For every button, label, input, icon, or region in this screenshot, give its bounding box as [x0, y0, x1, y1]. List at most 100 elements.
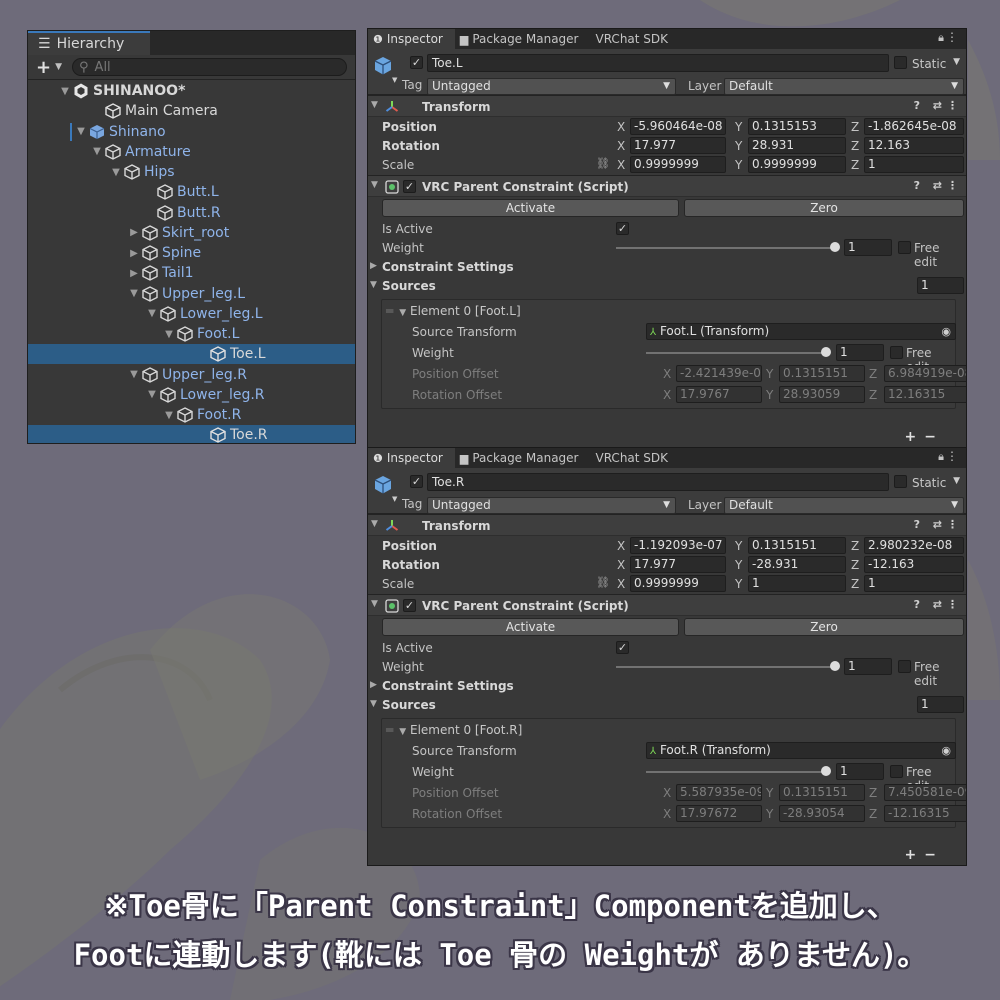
hierarchy-item-upper-leg-r[interactable]: ▼ Upper_leg.R: [28, 365, 355, 385]
transform-component-header[interactable]: ▼ Transform ? ⇄ ⋮: [368, 514, 966, 536]
zero-button[interactable]: Zero: [684, 199, 964, 217]
static-checkbox[interactable]: [894, 56, 907, 69]
position-offset-x-field[interactable]: 5.587935e-09: [676, 784, 762, 801]
preset-icon[interactable]: ⇄: [933, 99, 942, 112]
fold-down-icon[interactable]: ▼: [371, 180, 378, 190]
static-dropdown-caret[interactable]: ▼: [953, 476, 960, 486]
vrc-parent-constraint-header[interactable]: ▼ ✓ VRC Parent Constraint (Script) ? ⇄ ⋮: [368, 175, 966, 197]
hierarchy-item-spine[interactable]: ▶ Spine: [28, 243, 355, 263]
help-icon[interactable]: ?: [914, 518, 920, 531]
help-icon[interactable]: ?: [914, 179, 920, 192]
position-offset-y-field[interactable]: 0.1315151: [779, 365, 865, 382]
fold-down-icon[interactable]: ▼: [399, 727, 406, 737]
hierarchy-item-scene-root-shinanoo[interactable]: ▼ SHINANOO*: [28, 81, 355, 101]
expand-down-icon[interactable]: ▼: [145, 308, 159, 319]
rotation-offset-y-field[interactable]: 28.93059: [779, 386, 865, 403]
more-options-icon[interactable]: ⋮: [947, 518, 958, 531]
rotation-y-field[interactable]: -28.931: [748, 556, 846, 573]
expand-right-icon[interactable]: ▶: [127, 268, 141, 279]
rotation-y-field[interactable]: 28.931: [748, 137, 846, 154]
more-options-icon[interactable]: ⋮: [947, 99, 958, 112]
constrain-proportions-link-icon[interactable]: ⛓: [596, 157, 610, 170]
constraint-settings-foldout[interactable]: ▶ Constraint Settings: [368, 676, 966, 695]
component-enabled-checkbox[interactable]: ✓: [403, 180, 416, 193]
scale-y-field[interactable]: 0.9999999: [748, 156, 846, 173]
expand-down-icon[interactable]: ▼: [162, 410, 176, 421]
expand-down-icon[interactable]: ▼: [109, 167, 123, 178]
hierarchy-item-foot-r[interactable]: ▼ Foot.R: [28, 405, 355, 425]
scale-x-field[interactable]: 0.9999999: [630, 575, 726, 592]
expand-down-icon[interactable]: ▼: [74, 126, 88, 137]
constraint-settings-foldout[interactable]: ▶ Constraint Settings: [368, 257, 966, 276]
rotation-offset-z-field[interactable]: 12.16315: [884, 386, 966, 403]
hierarchy-item-butt-r[interactable]: Butt.R: [28, 203, 355, 223]
preset-icon[interactable]: ⇄: [933, 518, 942, 531]
zero-button[interactable]: Zero: [684, 618, 964, 636]
object-picker-icon[interactable]: ◉: [941, 324, 951, 339]
active-checkbox[interactable]: ✓: [410, 56, 423, 69]
rotation-z-field[interactable]: 12.163: [864, 137, 964, 154]
expand-down-icon[interactable]: ▼: [127, 369, 141, 380]
hierarchy-item-armature[interactable]: ▼ Armature: [28, 142, 355, 162]
transform-component-header[interactable]: ▼ Transform ? ⇄ ⋮: [368, 95, 966, 117]
expand-right-icon[interactable]: ▶: [370, 680, 377, 690]
active-checkbox[interactable]: ✓: [410, 475, 423, 488]
object-picker-icon[interactable]: ◉: [941, 743, 951, 758]
hierarchy-item-toe-r[interactable]: Toe.R: [28, 425, 355, 443]
tab-inspector[interactable]: ❶ Inspector: [368, 448, 455, 468]
free-edit-checkbox[interactable]: [898, 660, 911, 673]
vrc-parent-constraint-header[interactable]: ▼ ✓ VRC Parent Constraint (Script) ? ⇄ ⋮: [368, 594, 966, 616]
tab-package-manager[interactable]: ▆ Package Manager: [455, 448, 591, 468]
is-active-checkbox[interactable]: ✓: [616, 641, 629, 654]
position-offset-y-field[interactable]: 0.1315151: [779, 784, 865, 801]
fold-down-icon[interactable]: ▼: [371, 100, 378, 110]
weight-slider-handle[interactable]: [830, 661, 840, 671]
expand-right-icon[interactable]: ▶: [127, 227, 141, 238]
more-options-icon[interactable]: ⋮: [946, 30, 958, 44]
hierarchy-item-tail1[interactable]: ▶ Tail1: [28, 263, 355, 283]
fold-down-icon[interactable]: ▼: [371, 519, 378, 529]
sources-count-field[interactable]: 1: [917, 277, 964, 294]
hierarchy-item-lower-leg-l[interactable]: ▼ Lower_leg.L: [28, 304, 355, 324]
drag-handle-icon[interactable]: ═: [386, 304, 393, 318]
element-weight-slider-track[interactable]: [646, 352, 826, 354]
tag-dropdown[interactable]: Untagged ▼: [427, 497, 676, 514]
layer-dropdown[interactable]: Default ▼: [724, 497, 964, 514]
sources-foldout[interactable]: ▼ Sources 1: [368, 276, 966, 295]
expand-down-icon[interactable]: ▼: [162, 329, 176, 340]
icon-dropdown-caret[interactable]: ▼: [392, 76, 397, 84]
position-x-field[interactable]: -5.960464e-08: [630, 118, 726, 135]
sources-count-field[interactable]: 1: [917, 696, 964, 713]
position-x-field[interactable]: -1.192093e-07: [630, 537, 726, 554]
rotation-z-field[interactable]: -12.163: [864, 556, 964, 573]
tab-inspector[interactable]: ❶ Inspector: [368, 29, 455, 49]
constrain-proportions-link-icon[interactable]: ⛓: [596, 576, 610, 589]
chevron-down-icon[interactable]: ▼: [55, 62, 62, 72]
scale-x-field[interactable]: 0.9999999: [630, 156, 726, 173]
element-header[interactable]: ═ ▼ Element 0 [Foot.L]: [386, 304, 521, 318]
position-y-field[interactable]: 0.1315153: [748, 118, 846, 135]
more-options-icon[interactable]: ⋮: [947, 598, 958, 611]
element-header[interactable]: ═ ▼ Element 0 [Foot.R]: [386, 723, 522, 737]
lock-icon[interactable]: 🔒︎: [938, 450, 944, 464]
expand-right-icon[interactable]: ▶: [127, 248, 141, 259]
fold-down-icon[interactable]: ▼: [370, 699, 377, 709]
tab-hierarchy[interactable]: ☰ Hierarchy: [28, 31, 150, 55]
expand-right-icon[interactable]: ▶: [370, 261, 377, 271]
hierarchy-item-skirt-root[interactable]: ▶ Skirt_root: [28, 223, 355, 243]
component-enabled-checkbox[interactable]: ✓: [403, 599, 416, 612]
is-active-checkbox[interactable]: ✓: [616, 222, 629, 235]
expand-down-icon[interactable]: ▼: [145, 389, 159, 400]
hierarchy-item-main-camera[interactable]: Main Camera: [28, 101, 355, 121]
rotation-offset-x-field[interactable]: 17.9767: [676, 386, 762, 403]
tab-vrchat-sdk[interactable]: VRChat SDK: [590, 29, 680, 49]
static-dropdown-caret[interactable]: ▼: [953, 57, 960, 67]
weight-field[interactable]: 1: [844, 658, 892, 675]
fold-down-icon[interactable]: ▼: [370, 280, 377, 290]
scale-z-field[interactable]: 1: [864, 156, 964, 173]
scale-z-field[interactable]: 1: [864, 575, 964, 592]
element-weight-field[interactable]: 1: [836, 763, 884, 780]
element-weight-slider-handle[interactable]: [821, 347, 831, 357]
drag-handle-icon[interactable]: ═: [386, 723, 393, 737]
element-free-edit-checkbox[interactable]: [890, 346, 903, 359]
